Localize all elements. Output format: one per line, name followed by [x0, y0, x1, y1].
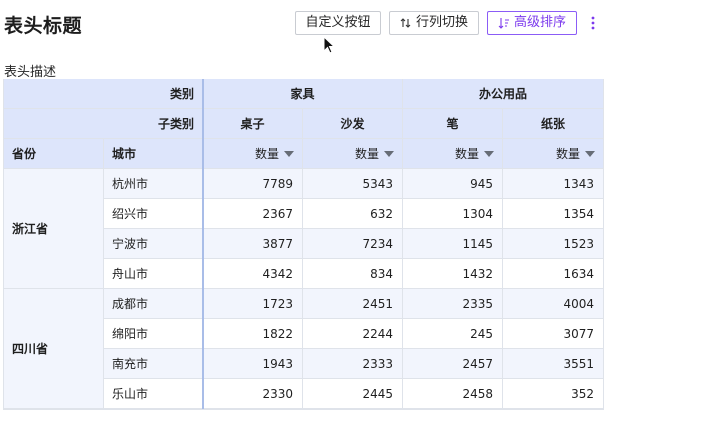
value-cell: 1354: [503, 199, 604, 229]
table-description: 表头描述: [4, 65, 57, 80]
value-cell: 2333: [303, 349, 403, 379]
value-cell: 1822: [203, 319, 303, 349]
measure-sort-header[interactable]: 数量: [303, 139, 403, 169]
mouse-cursor-icon: [323, 36, 336, 54]
value-cell: 2458: [403, 379, 503, 409]
city-cell: 乐山市: [104, 379, 203, 409]
value-cell: 632: [303, 199, 403, 229]
sort-button-label: 高级排序: [513, 15, 566, 30]
value-cell: 7234: [303, 229, 403, 259]
switch-button-label: 行列切换: [415, 15, 468, 30]
value-cell: 2244: [303, 319, 403, 349]
category-header: 办公用品: [403, 79, 604, 109]
frozen-column-divider[interactable]: [202, 79, 204, 409]
value-cell: 1145: [403, 229, 503, 259]
measure-sort-header[interactable]: 数量: [503, 139, 604, 169]
table-title: 表头标题: [4, 15, 83, 37]
city-cell: 绍兴市: [104, 199, 203, 229]
city-cell: 成都市: [104, 289, 203, 319]
advanced-sort-button[interactable]: 高级排序: [487, 11, 577, 35]
city-cell: 绵阳市: [104, 319, 203, 349]
more-vertical-icon[interactable]: [588, 13, 598, 33]
value-cell: 4342: [203, 259, 303, 289]
value-cell: 5343: [303, 169, 403, 199]
value-cell: 1432: [403, 259, 503, 289]
measure-sort-header[interactable]: 数量: [203, 139, 303, 169]
measure-label: 数量: [354, 147, 379, 161]
value-cell: 3877: [203, 229, 303, 259]
value-cell: 3551: [503, 349, 604, 379]
province-cell: 四川省: [4, 289, 104, 409]
city-cell: 杭州市: [104, 169, 203, 199]
measure-label: 数量: [555, 147, 580, 161]
province-column-header: 省份: [4, 139, 104, 169]
subcategory-header: 纸张: [503, 109, 604, 139]
subcategory-header: 沙发: [303, 109, 403, 139]
subcategory-header: 笔: [403, 109, 503, 139]
value-cell: 1943: [203, 349, 303, 379]
value-cell: 4004: [503, 289, 604, 319]
province-cell: 浙江省: [4, 169, 104, 289]
measure-label: 数量: [254, 147, 279, 161]
value-cell: 7789: [203, 169, 303, 199]
caret-down-icon[interactable]: [484, 150, 494, 157]
pivot-table: 类别 家具 办公用品 子类别 桌子 沙发 笔 纸张 省份 城市 数量 数量 数量…: [3, 79, 604, 410]
value-cell: 1723: [203, 289, 303, 319]
measure-label: 数量: [454, 147, 479, 161]
value-cell: 2445: [303, 379, 403, 409]
value-cell: 352: [503, 379, 604, 409]
swap-icon: [400, 18, 411, 28]
value-cell: 245: [403, 319, 503, 349]
value-cell: 1634: [503, 259, 604, 289]
caret-down-icon[interactable]: [284, 150, 294, 157]
city-column-header: 城市: [104, 139, 203, 169]
corner-subcategory-label: 子类别: [4, 109, 203, 139]
caret-down-icon[interactable]: [585, 150, 595, 157]
value-cell: 834: [303, 259, 403, 289]
row-column-switch-button[interactable]: 行列切换: [389, 11, 479, 35]
value-cell: 2451: [303, 289, 403, 319]
city-cell: 舟山市: [104, 259, 203, 289]
value-cell: 2335: [403, 289, 503, 319]
value-cell: 1523: [503, 229, 604, 259]
corner-category-label: 类别: [4, 79, 203, 109]
value-cell: 2330: [203, 379, 303, 409]
custom-button-label: 自定义按钮: [305, 15, 371, 30]
category-header: 家具: [203, 79, 403, 109]
value-cell: 1304: [403, 199, 503, 229]
value-cell: 2457: [403, 349, 503, 379]
subcategory-header: 桌子: [203, 109, 303, 139]
measure-sort-header[interactable]: 数量: [403, 139, 503, 169]
value-cell: 2367: [203, 199, 303, 229]
value-cell: 3077: [503, 319, 604, 349]
city-cell: 宁波市: [104, 229, 203, 259]
custom-button[interactable]: 自定义按钮: [295, 11, 381, 35]
caret-down-icon[interactable]: [384, 150, 394, 157]
city-cell: 南充市: [104, 349, 203, 379]
sort-icon: [498, 18, 509, 29]
value-cell: 1343: [503, 169, 604, 199]
value-cell: 945: [403, 169, 503, 199]
